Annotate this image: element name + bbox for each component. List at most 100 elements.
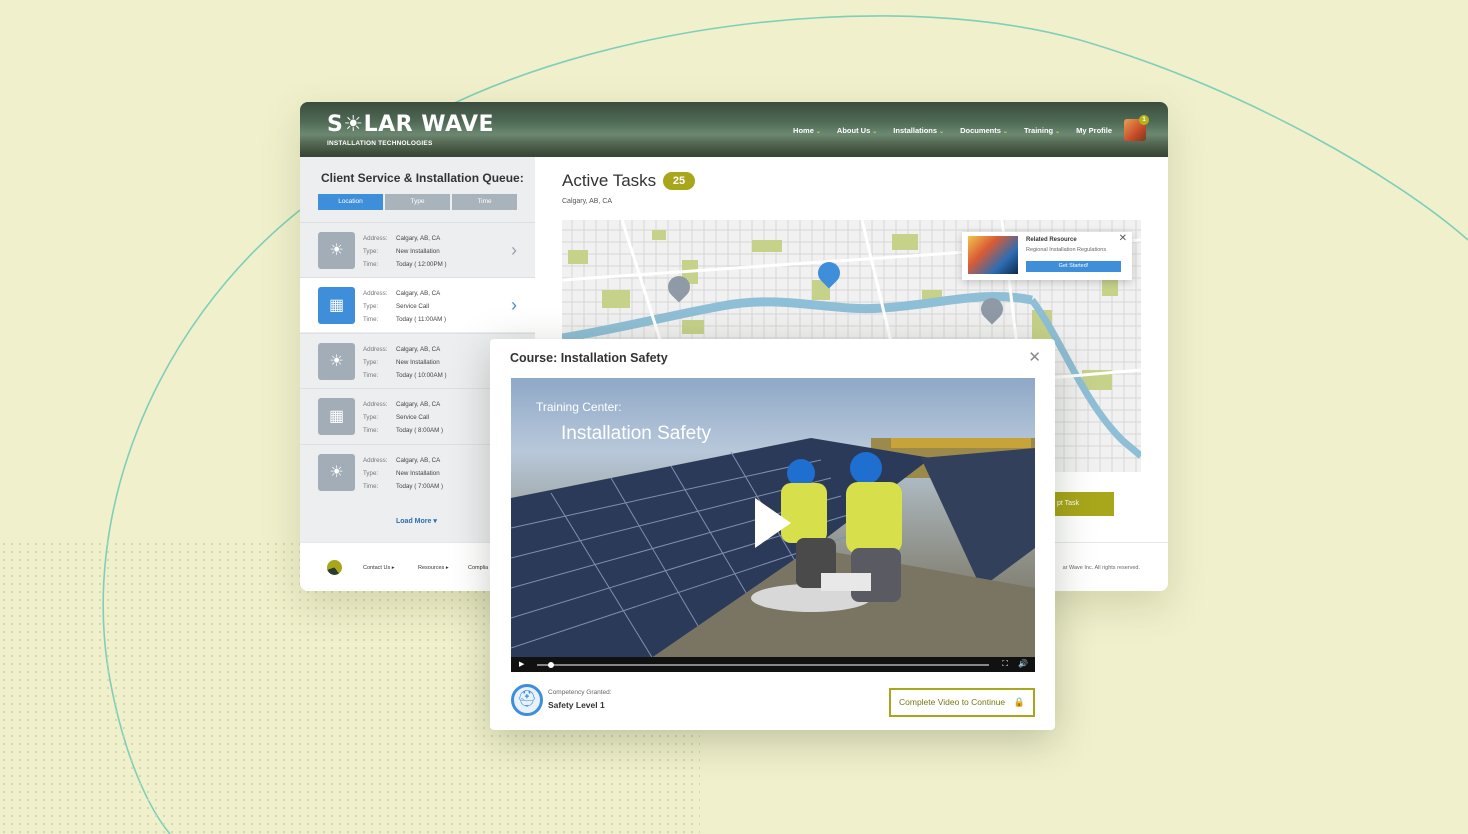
chevron-down-icon: ⌄ bbox=[1002, 129, 1008, 135]
time-label: Time: bbox=[363, 426, 379, 434]
continue-button-label: Complete Video to Continue bbox=[899, 697, 1006, 707]
brand-tagline: INSTALLATION TECHNOLOGIES bbox=[327, 140, 433, 147]
chevron-down-icon: ⌄ bbox=[1055, 129, 1061, 135]
footer-contact-link[interactable]: Contact Us ▸ bbox=[363, 565, 395, 571]
chevron-down-icon: ⌄ bbox=[815, 129, 821, 135]
play-icon[interactable]: ▶ bbox=[519, 660, 524, 668]
copyright: ar Wave Inc. All rights reserved. bbox=[1062, 565, 1140, 571]
type-value: Service Call bbox=[396, 413, 430, 421]
type-label: Type: bbox=[363, 469, 379, 477]
video-overline: Training Center: bbox=[536, 400, 622, 414]
time-value: Today ( 8:00AM ) bbox=[396, 426, 444, 434]
resource-thumbnail bbox=[968, 236, 1018, 274]
queue-title: Client Service & Installation Queue: bbox=[321, 171, 524, 185]
address-label: Address: bbox=[363, 346, 388, 353]
queue-item[interactable]: ☀ Address: Calgary, AB, CA Type: New Insta… bbox=[300, 222, 535, 277]
chevron-down-icon: ⌄ bbox=[872, 129, 878, 135]
type-value: Service Call bbox=[396, 302, 430, 310]
solar-panel-icon: ☀ bbox=[318, 343, 355, 380]
fullscreen-icon[interactable]: ⛶ bbox=[1002, 659, 1008, 669]
chevron-right-icon[interactable]: › bbox=[511, 240, 517, 261]
calendar-icon: ▦ bbox=[318, 398, 355, 435]
lock-icon: 🔒 bbox=[1013, 697, 1025, 707]
chevron-down-icon: ⌄ bbox=[939, 129, 945, 135]
notification-badge: 1 bbox=[1139, 115, 1149, 125]
time-value: Today ( 10:00AM ) bbox=[396, 371, 447, 379]
brand-logo[interactable]: S☀LAR WAVE INSTALLATION TECHNOLOGIES bbox=[327, 112, 495, 148]
type-value: New Installation bbox=[396, 358, 440, 366]
address-value: Calgary, AB, CA bbox=[396, 235, 441, 242]
competency-label: Competency Granted: bbox=[548, 689, 612, 696]
chevron-right-icon[interactable]: › bbox=[511, 295, 517, 316]
address-label: Address: bbox=[363, 401, 388, 408]
competency-value: Safety Level 1 bbox=[548, 700, 605, 710]
address-label: Address: bbox=[363, 290, 388, 297]
nav-my-profile[interactable]: My Profile bbox=[1076, 126, 1112, 135]
type-label: Type: bbox=[363, 302, 379, 310]
load-more-button[interactable]: Load More ▾ bbox=[396, 517, 437, 525]
queue-item[interactable]: ▦ Address: Calgary, AB, CA Type: Service C… bbox=[300, 277, 535, 332]
footer-logo-icon[interactable] bbox=[327, 560, 342, 575]
solar-panel-icon: ☀ bbox=[318, 454, 355, 491]
video-progress-bar[interactable] bbox=[537, 664, 989, 666]
nav-home-label: Home bbox=[793, 126, 814, 135]
course-modal: Course: Installation Safety ✕ Training C… bbox=[490, 339, 1055, 730]
time-label: Time: bbox=[363, 371, 379, 379]
nav-documents[interactable]: Documents ⌄ bbox=[960, 126, 1008, 135]
address-label: Address: bbox=[363, 457, 388, 464]
address-value: Calgary, AB, CA bbox=[396, 457, 441, 464]
nav-about-us-label: About Us bbox=[836, 126, 871, 135]
address-value: Calgary, AB, CA bbox=[396, 290, 441, 297]
type-label: Type: bbox=[363, 358, 379, 366]
type-label: Type: bbox=[363, 413, 379, 421]
queue-filters: Location Type Time bbox=[318, 194, 517, 210]
solar-panel-icon: ☀ bbox=[318, 232, 355, 269]
nav-training-label: Training bbox=[1023, 126, 1054, 135]
video-player[interactable]: Training Center: Installation Safety ▶ ⛶… bbox=[511, 378, 1035, 672]
close-icon[interactable]: ✕ bbox=[1028, 348, 1041, 366]
type-value: New Installation bbox=[396, 247, 440, 255]
main-nav: Home ⌄ About Us ⌄ Installations ⌄ Documents… bbox=[793, 126, 1112, 135]
address-label: Address: bbox=[363, 235, 388, 242]
hard-hat-icon: ⛑ bbox=[511, 684, 543, 716]
footer-resources-link[interactable]: Resources ▸ bbox=[418, 565, 449, 571]
nav-installations[interactable]: Installations ⌄ bbox=[893, 126, 944, 135]
time-value: Today ( 11:00AM ) bbox=[396, 315, 447, 323]
time-value: Today ( 7:00AM ) bbox=[396, 482, 444, 490]
address-value: Calgary, AB, CA bbox=[396, 346, 441, 353]
time-label: Time: bbox=[363, 260, 379, 268]
nav-installations-label: Installations bbox=[893, 126, 938, 135]
task-location: Calgary, AB, CA bbox=[562, 198, 613, 205]
type-label: Type: bbox=[363, 247, 379, 255]
nav-training[interactable]: Training ⌄ bbox=[1024, 126, 1060, 135]
brand-name: S☀LAR WAVE bbox=[327, 112, 495, 137]
nav-home[interactable]: Home ⌄ bbox=[793, 126, 821, 135]
footer-compliance-link[interactable]: Complia bbox=[468, 565, 488, 571]
calendar-icon: ▦ bbox=[318, 287, 355, 324]
filter-type[interactable]: Type bbox=[385, 194, 450, 210]
close-icon[interactable]: ✕ bbox=[1119, 233, 1127, 244]
video-controls: ▶ ⛶ 🔊 bbox=[511, 657, 1035, 672]
nav-documents-label: Documents bbox=[960, 126, 1001, 135]
volume-icon[interactable]: 🔊 bbox=[1018, 659, 1028, 668]
nav-about-us[interactable]: About Us ⌄ bbox=[837, 126, 877, 135]
video-title: Installation Safety bbox=[561, 423, 711, 444]
accept-task-button[interactable]: pt Task bbox=[1045, 492, 1114, 516]
time-value: Today ( 12:00PM ) bbox=[396, 260, 447, 268]
video-scrubber-handle[interactable] bbox=[547, 661, 554, 668]
resource-subtitle: Regional Installation Regulations bbox=[1026, 247, 1107, 253]
filter-time[interactable]: Time bbox=[452, 194, 517, 210]
header: S☀LAR WAVE INSTALLATION TECHNOLOGIES Hom… bbox=[300, 102, 1168, 157]
task-count-badge: 25 bbox=[663, 172, 695, 190]
resource-title: Related Resource bbox=[1026, 237, 1077, 243]
type-value: New Installation bbox=[396, 469, 440, 477]
modal-title: Course: Installation Safety bbox=[510, 351, 668, 365]
filter-location[interactable]: Location bbox=[318, 194, 383, 210]
page-title: Active Tasks bbox=[562, 171, 657, 190]
time-label: Time: bbox=[363, 315, 379, 323]
video-frame bbox=[511, 438, 1035, 672]
related-resource-card: Related Resource Regional Installation R… bbox=[962, 232, 1132, 280]
play-icon[interactable] bbox=[755, 498, 791, 548]
continue-button[interactable]: Complete Video to Continue 🔒 bbox=[889, 688, 1035, 717]
get-started-button[interactable]: Get Started! bbox=[1026, 261, 1121, 272]
